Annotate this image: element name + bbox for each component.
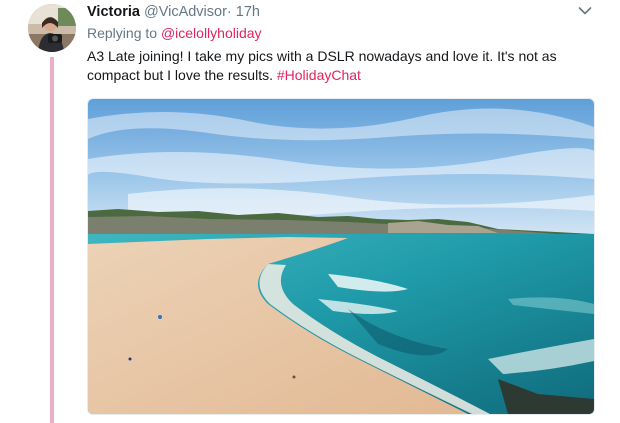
display-name[interactable]: Victoria [87, 4, 140, 20]
thread-connector-line [50, 57, 54, 423]
tweet-text: A3 Late joining! I take my pics with a D… [87, 47, 592, 85]
avatar-image [28, 4, 76, 52]
reply-mention-link[interactable]: @icelollyholiday [161, 25, 262, 41]
beach-photo [88, 99, 594, 414]
hashtag-link[interactable]: #HolidayChat [277, 67, 361, 83]
tweet-header: Victoria @VicAdvisor· 17h [87, 3, 260, 21]
user-handle[interactable]: @VicAdvisor [144, 4, 227, 20]
separator-dot: · [226, 4, 232, 20]
timestamp[interactable]: 17h [236, 4, 260, 20]
tweet-photo[interactable] [87, 98, 595, 415]
replying-label: Replying to [87, 25, 158, 41]
avatar[interactable] [28, 4, 76, 52]
tweet: Victoria @VicAdvisor· 17h Replying to @i… [0, 0, 620, 423]
chevron-down-icon[interactable] [578, 6, 592, 16]
replying-to: Replying to @icelollyholiday [87, 24, 262, 42]
